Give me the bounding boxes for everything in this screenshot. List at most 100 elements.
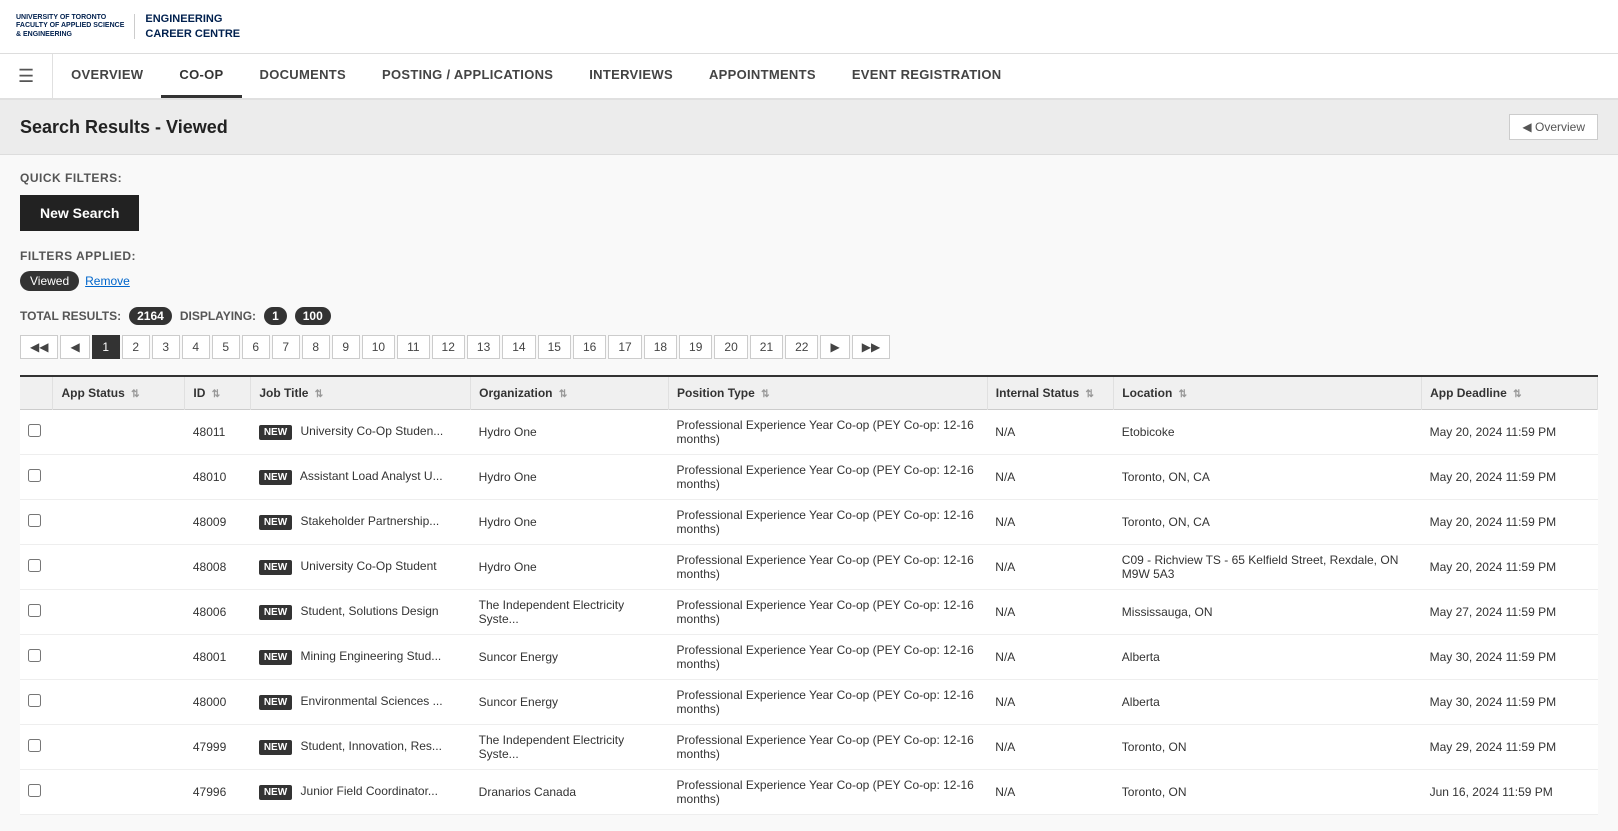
row-checkbox[interactable] xyxy=(28,514,41,527)
cell-org[interactable]: Hydro One xyxy=(471,410,669,455)
nav-event-registration[interactable]: EVENT REGISTRATION xyxy=(834,54,1020,98)
nav-coop[interactable]: CO-OP xyxy=(161,54,241,98)
new-search-button[interactable]: New Search xyxy=(20,195,139,231)
pagination-page-7[interactable]: 7 xyxy=(272,335,300,359)
cell-checkbox[interactable] xyxy=(20,680,53,725)
job-title-text[interactable]: University Co-Op Studen... xyxy=(301,424,444,438)
cell-int-status: N/A xyxy=(987,680,1114,725)
row-checkbox[interactable] xyxy=(28,469,41,482)
pagination-page-17[interactable]: 17 xyxy=(608,335,641,359)
table-row[interactable]: 48008 NEW University Co-Op Student Hydro… xyxy=(20,545,1598,590)
pagination-first[interactable]: ◀◀ xyxy=(20,335,58,359)
sort-icon-status[interactable]: ⇅ xyxy=(131,389,139,400)
pagination-page-4[interactable]: 4 xyxy=(182,335,210,359)
cell-org[interactable]: The Independent Electricity Syste... xyxy=(471,725,669,770)
pagination-page-16[interactable]: 16 xyxy=(573,335,606,359)
cell-title[interactable]: NEW Assistant Load Analyst U... xyxy=(251,455,471,500)
pagination-page-8[interactable]: 8 xyxy=(302,335,330,359)
row-checkbox[interactable] xyxy=(28,694,41,707)
job-title-text[interactable]: Mining Engineering Stud... xyxy=(301,649,442,663)
job-title-text[interactable]: University Co-Op Student xyxy=(301,559,437,573)
cell-title[interactable]: NEW Mining Engineering Stud... xyxy=(251,635,471,680)
table-row[interactable]: 48009 NEW Stakeholder Partnership... Hyd… xyxy=(20,500,1598,545)
pagination-page-10[interactable]: 10 xyxy=(362,335,395,359)
nav-documents[interactable]: DOCUMENTS xyxy=(242,54,364,98)
cell-title[interactable]: NEW University Co-Op Studen... xyxy=(251,410,471,455)
row-checkbox[interactable] xyxy=(28,559,41,572)
pagination-page-11[interactable]: 11 xyxy=(397,335,429,359)
cell-checkbox[interactable] xyxy=(20,725,53,770)
table-row[interactable]: 47996 NEW Junior Field Coordinator... Dr… xyxy=(20,770,1598,815)
pagination-page-20[interactable]: 20 xyxy=(714,335,747,359)
job-title-text[interactable]: Student, Solutions Design xyxy=(301,604,439,618)
sort-icon-org[interactable]: ⇅ xyxy=(559,389,567,400)
filter-remove-viewed[interactable]: Remove xyxy=(85,274,130,288)
cell-org[interactable]: Dranarios Canada xyxy=(471,770,669,815)
cell-checkbox[interactable] xyxy=(20,635,53,680)
pagination-page-9[interactable]: 9 xyxy=(332,335,360,359)
pagination-page-6[interactable]: 6 xyxy=(242,335,270,359)
table-row[interactable]: 48000 NEW Environmental Sciences ... Sun… xyxy=(20,680,1598,725)
pagination-last[interactable]: ▶▶ xyxy=(852,335,890,359)
cell-title[interactable]: NEW Junior Field Coordinator... xyxy=(251,770,471,815)
cell-org[interactable]: Hydro One xyxy=(471,545,669,590)
cell-checkbox[interactable] xyxy=(20,545,53,590)
pagination-page-1[interactable]: 1 xyxy=(92,335,120,359)
sort-icon-dead[interactable]: ⇅ xyxy=(1513,389,1521,400)
nav-appointments[interactable]: APPOINTMENTS xyxy=(691,54,834,98)
cell-title[interactable]: NEW University Co-Op Student xyxy=(251,545,471,590)
cell-org[interactable]: Hydro One xyxy=(471,455,669,500)
job-title-text[interactable]: Junior Field Coordinator... xyxy=(301,784,438,798)
table-row[interactable]: 48001 NEW Mining Engineering Stud... Sun… xyxy=(20,635,1598,680)
cell-org[interactable]: The Independent Electricity Syste... xyxy=(471,590,669,635)
sort-icon-loc[interactable]: ⇅ xyxy=(1179,389,1187,400)
pagination-next[interactable]: ▶ xyxy=(820,335,849,359)
row-checkbox[interactable] xyxy=(28,424,41,437)
job-title-text[interactable]: Environmental Sciences ... xyxy=(301,694,443,708)
sort-icon-int[interactable]: ⇅ xyxy=(1086,389,1094,400)
cell-checkbox[interactable] xyxy=(20,770,53,815)
cell-checkbox[interactable] xyxy=(20,455,53,500)
pagination-prev[interactable]: ◀ xyxy=(60,335,89,359)
nav-overview[interactable]: OVERVIEW xyxy=(53,54,161,98)
pagination-page-21[interactable]: 21 xyxy=(750,335,783,359)
cell-title[interactable]: NEW Stakeholder Partnership... xyxy=(251,500,471,545)
table-row[interactable]: 48006 NEW Student, Solutions Design The … xyxy=(20,590,1598,635)
pagination-page-14[interactable]: 14 xyxy=(502,335,535,359)
table-row[interactable]: 48010 NEW Assistant Load Analyst U... Hy… xyxy=(20,455,1598,500)
sort-icon-pos[interactable]: ⇅ xyxy=(761,389,769,400)
pagination-page-13[interactable]: 13 xyxy=(467,335,500,359)
nav-interviews[interactable]: INTERVIEWS xyxy=(571,54,691,98)
cell-checkbox[interactable] xyxy=(20,410,53,455)
nav-posting-applications[interactable]: POSTING / APPLICATIONS xyxy=(364,54,571,98)
pagination-page-19[interactable]: 19 xyxy=(679,335,712,359)
cell-title[interactable]: NEW Student, Solutions Design xyxy=(251,590,471,635)
pagination-page-18[interactable]: 18 xyxy=(644,335,677,359)
cell-checkbox[interactable] xyxy=(20,500,53,545)
cell-checkbox[interactable] xyxy=(20,590,53,635)
row-checkbox[interactable] xyxy=(28,604,41,617)
job-title-text[interactable]: Assistant Load Analyst U... xyxy=(300,469,443,483)
cell-title[interactable]: NEW Student, Innovation, Res... xyxy=(251,725,471,770)
row-checkbox[interactable] xyxy=(28,784,41,797)
pagination-page-2[interactable]: 2 xyxy=(122,335,150,359)
pagination-page-22[interactable]: 22 xyxy=(785,335,818,359)
table-row[interactable]: 47999 NEW Student, Innovation, Res... Th… xyxy=(20,725,1598,770)
row-checkbox[interactable] xyxy=(28,649,41,662)
cell-org[interactable]: Hydro One xyxy=(471,500,669,545)
row-checkbox[interactable] xyxy=(28,739,41,752)
pagination-page-5[interactable]: 5 xyxy=(212,335,240,359)
pagination-page-3[interactable]: 3 xyxy=(152,335,180,359)
sort-icon-id[interactable]: ⇅ xyxy=(212,389,220,400)
job-title-text[interactable]: Student, Innovation, Res... xyxy=(301,739,442,753)
hamburger-menu[interactable]: ☰ xyxy=(0,54,53,98)
sort-icon-title[interactable]: ⇅ xyxy=(315,389,323,400)
pagination-page-15[interactable]: 15 xyxy=(538,335,571,359)
cell-org[interactable]: Suncor Energy xyxy=(471,635,669,680)
job-title-text[interactable]: Stakeholder Partnership... xyxy=(301,514,440,528)
cell-org[interactable]: Suncor Energy xyxy=(471,680,669,725)
pagination-page-12[interactable]: 12 xyxy=(432,335,465,359)
table-row[interactable]: 48011 NEW University Co-Op Studen... Hyd… xyxy=(20,410,1598,455)
cell-title[interactable]: NEW Environmental Sciences ... xyxy=(251,680,471,725)
overview-button[interactable]: ◀ Overview xyxy=(1509,114,1598,140)
